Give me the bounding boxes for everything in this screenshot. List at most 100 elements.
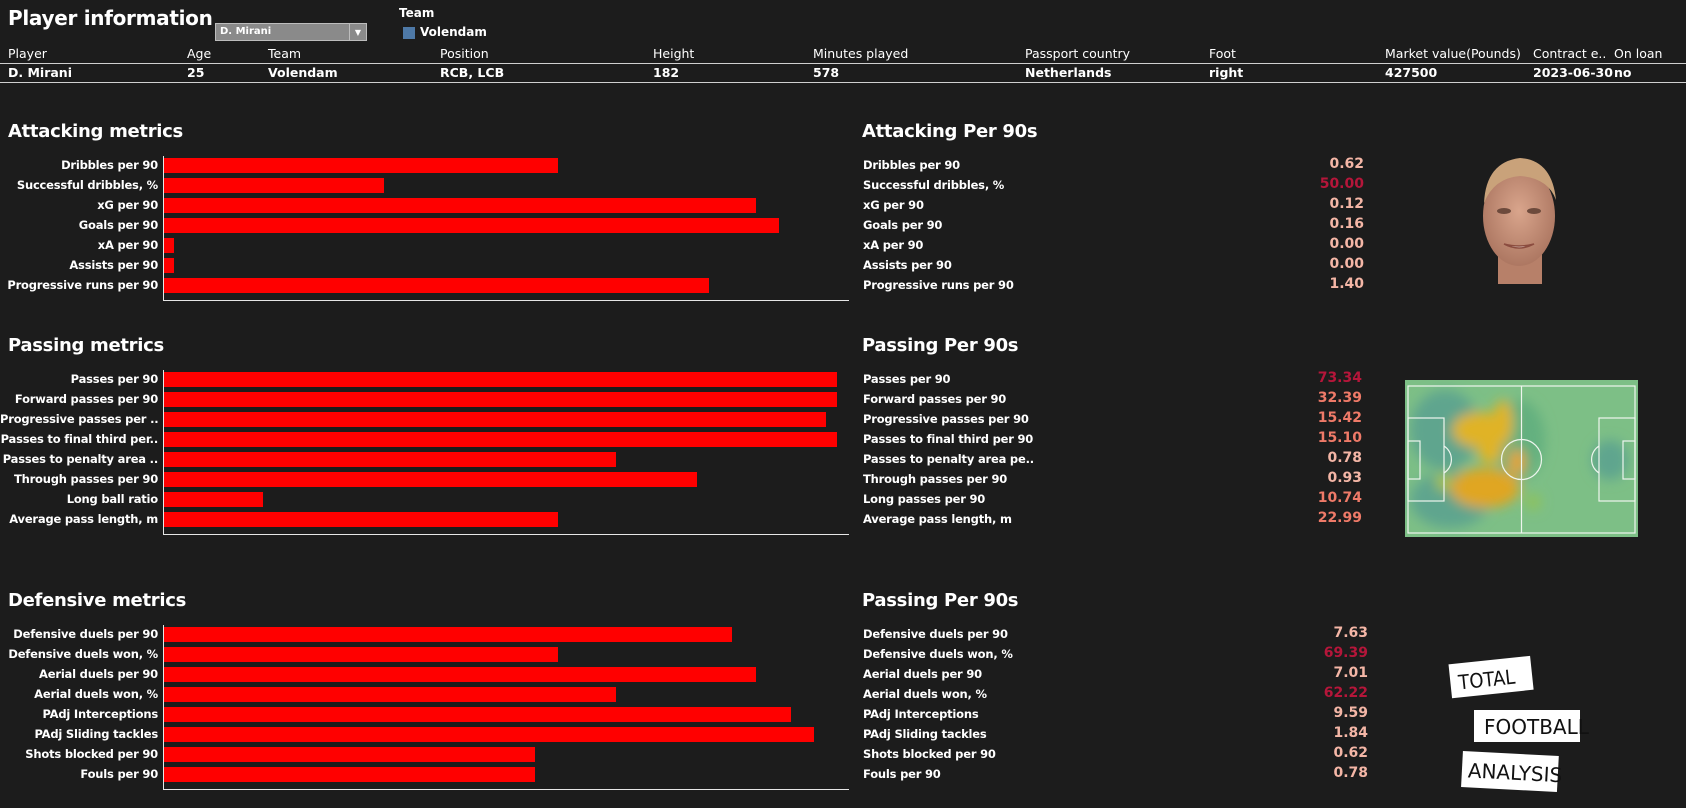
stat-value: 0.62	[1333, 745, 1368, 761]
stat-label: Defensive duels won, %	[863, 647, 1013, 661]
stat-value: 0.62	[1329, 156, 1364, 172]
bar[interactable]	[164, 278, 709, 293]
bar[interactable]	[164, 747, 535, 762]
bar[interactable]	[164, 238, 174, 253]
stat-label: Forward passes per 90	[863, 392, 1007, 406]
bar[interactable]	[164, 727, 814, 742]
col-header-player[interactable]: Player	[8, 46, 47, 61]
stat-value: 0.12	[1329, 196, 1364, 212]
stat-value: 15.10	[1317, 430, 1362, 446]
col-header-market-value[interactable]: Market value(Pounds)	[1385, 46, 1521, 61]
bar-label: PAdj Sliding tackles	[34, 727, 158, 741]
stat-value: 1.84	[1333, 725, 1368, 741]
cell-position: RCB, LCB	[440, 65, 505, 80]
stat-label: Progressive passes per 90	[863, 412, 1029, 426]
stat-label: Shots blocked per 90	[863, 747, 996, 761]
bar[interactable]	[164, 767, 535, 782]
stat-label: Successful dribbles, %	[863, 178, 1005, 192]
bar[interactable]	[164, 432, 837, 447]
logo-line-3: ANALYSIS	[1467, 758, 1562, 787]
stat-value: 50.00	[1319, 176, 1364, 192]
bar-label: Aerial duels per 90	[39, 667, 158, 681]
stat-label: PAdj Interceptions	[863, 707, 979, 721]
col-header-minutes[interactable]: Minutes played	[813, 46, 908, 61]
bar[interactable]	[164, 158, 558, 173]
cell-contract: 2023-06-30	[1533, 65, 1613, 80]
stat-label: Aerial duels won, %	[863, 687, 987, 701]
legend-item-volendam[interactable]: Volendam	[420, 25, 487, 39]
bar[interactable]	[164, 492, 263, 507]
stat-label: Through passes per 90	[863, 472, 1008, 486]
stat-value: 32.39	[1317, 390, 1362, 406]
bar-label: Long ball ratio	[66, 492, 159, 506]
logo-line-2: FOOTBALL	[1484, 715, 1590, 739]
attacking-per90-title: Attacking Per 90s	[862, 121, 1038, 142]
bar[interactable]	[164, 198, 756, 213]
chevron-down-icon[interactable]: ▼	[349, 24, 366, 40]
bar[interactable]	[164, 707, 791, 722]
stat-value: 10.74	[1317, 490, 1362, 506]
stat-value: 22.99	[1317, 510, 1362, 526]
cell-on-loan: no	[1614, 65, 1632, 80]
stat-label: Fouls per 90	[863, 767, 941, 781]
bar[interactable]	[164, 472, 697, 487]
info-table-header: Player Age Team Position Height Minutes …	[0, 45, 1686, 64]
bar-label: Through passes per 90	[13, 472, 158, 486]
bar[interactable]	[164, 218, 779, 233]
col-header-foot[interactable]: Foot	[1209, 46, 1236, 61]
defensive-x-axis	[163, 789, 849, 790]
stat-value: 73.34	[1317, 370, 1362, 386]
cell-passport: Netherlands	[1025, 65, 1112, 80]
bar[interactable]	[164, 412, 826, 427]
stat-label: xG per 90	[863, 198, 924, 212]
stat-label: Dribbles per 90	[863, 158, 960, 172]
col-header-on-loan[interactable]: On loan	[1614, 46, 1662, 61]
player-photo	[1483, 158, 1556, 284]
col-header-contract[interactable]: Contract e..	[1533, 46, 1606, 61]
bar[interactable]	[164, 647, 558, 662]
page-title: Player information	[8, 6, 213, 30]
bar-label: PAdj Interceptions	[42, 707, 158, 721]
col-header-position[interactable]: Position	[440, 46, 489, 61]
attacking-x-axis	[163, 300, 849, 301]
col-header-passport[interactable]: Passport country	[1025, 46, 1130, 61]
stat-value: 7.01	[1333, 665, 1368, 681]
cell-foot: right	[1209, 65, 1244, 80]
bar-label: Goals per 90	[78, 218, 158, 232]
passing-per90-title: Passing Per 90s	[862, 335, 1019, 356]
cell-team: Volendam	[268, 65, 338, 80]
bar[interactable]	[164, 452, 616, 467]
bar[interactable]	[164, 512, 558, 527]
stat-value: 0.78	[1327, 450, 1362, 466]
passing-x-axis	[163, 534, 849, 535]
bar-label: Passes per 90	[70, 372, 159, 386]
bar[interactable]	[164, 372, 837, 387]
bar-label: Progressive passes per ..	[0, 412, 159, 426]
stat-value: 0.00	[1329, 256, 1364, 272]
bar-label: Average pass length, m	[9, 512, 158, 526]
stat-value: 0.93	[1327, 470, 1362, 486]
bar[interactable]	[164, 178, 384, 193]
bar-label: Successful dribbles, %	[16, 178, 158, 192]
stat-label: Progressive runs per 90	[863, 278, 1014, 292]
player-select-dropdown[interactable]: D. Mirani ▼	[215, 23, 367, 41]
stat-label: xA per 90	[863, 238, 924, 252]
stat-value: 69.39	[1323, 645, 1368, 661]
col-header-height[interactable]: Height	[653, 46, 694, 61]
bar[interactable]	[164, 687, 616, 702]
col-header-age[interactable]: Age	[187, 46, 211, 61]
stat-value: 9.59	[1333, 705, 1368, 721]
stat-label: Passes to final third per 90	[863, 432, 1034, 446]
legend-swatch-volendam[interactable]	[403, 27, 415, 39]
stat-value: 0.00	[1329, 236, 1364, 252]
bar[interactable]	[164, 627, 732, 642]
bar[interactable]	[164, 258, 174, 273]
bar[interactable]	[164, 667, 756, 682]
legend-title: Team	[399, 6, 435, 20]
bar[interactable]	[164, 392, 837, 407]
bar-label: xA per 90	[97, 238, 158, 252]
cell-height: 182	[653, 65, 680, 80]
pitch-heatmap	[1405, 380, 1638, 537]
col-header-team[interactable]: Team	[268, 46, 301, 61]
total-football-analysis-logo: TOTAL FOOTBALL ANALYSIS	[1448, 655, 1590, 793]
